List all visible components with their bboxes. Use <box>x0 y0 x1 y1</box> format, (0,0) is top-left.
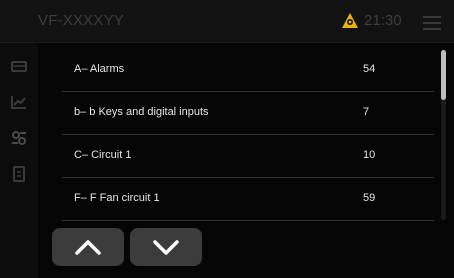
device-title: VF-XXXXYY <box>38 12 124 29</box>
hamburger-menu-icon[interactable] <box>423 16 441 30</box>
scrollbar[interactable] <box>441 50 446 220</box>
list-item[interactable]: A– Alarms 54 <box>62 48 434 92</box>
settings-icon[interactable] <box>10 129 28 147</box>
list-item-label: b– b Keys and digital inputs <box>74 106 209 118</box>
clock-time: 21:30 <box>364 12 402 29</box>
scrollbar-thumb[interactable] <box>441 50 446 100</box>
chevron-up-icon <box>75 240 101 255</box>
monitor-icon[interactable] <box>10 58 28 76</box>
list-item[interactable]: F– F Fan circuit 1 59 <box>62 177 434 221</box>
list-item-label: F– F Fan circuit 1 <box>74 192 160 204</box>
alarm-warning-icon[interactable] <box>341 12 359 29</box>
list-item[interactable]: b– b Keys and digital inputs 7 <box>62 91 434 135</box>
list-item-count: 59 <box>363 192 376 204</box>
sidebar <box>0 43 38 278</box>
scroll-up-button[interactable] <box>52 228 124 266</box>
list-item-label: A– Alarms <box>74 63 125 75</box>
list-item-count: 54 <box>363 63 376 75</box>
list-item[interactable]: C– Circuit 1 10 <box>62 134 434 178</box>
chevron-down-icon <box>153 240 179 255</box>
list-item-count: 7 <box>363 106 370 118</box>
list-item-count: 10 <box>363 149 376 161</box>
top-bar: VF-XXXXYY 21:30 <box>0 0 454 43</box>
parameter-group-list: A– Alarms 54 b– b Keys and digital input… <box>62 48 434 221</box>
controller-screen: VF-XXXXYY 21:30 A– Alarms 54 b– b Keys a… <box>0 0 454 278</box>
list-item-label: C– Circuit 1 <box>74 149 132 161</box>
chart-icon[interactable] <box>10 93 28 111</box>
scroll-down-button[interactable] <box>130 228 202 266</box>
document-icon[interactable] <box>10 165 28 183</box>
